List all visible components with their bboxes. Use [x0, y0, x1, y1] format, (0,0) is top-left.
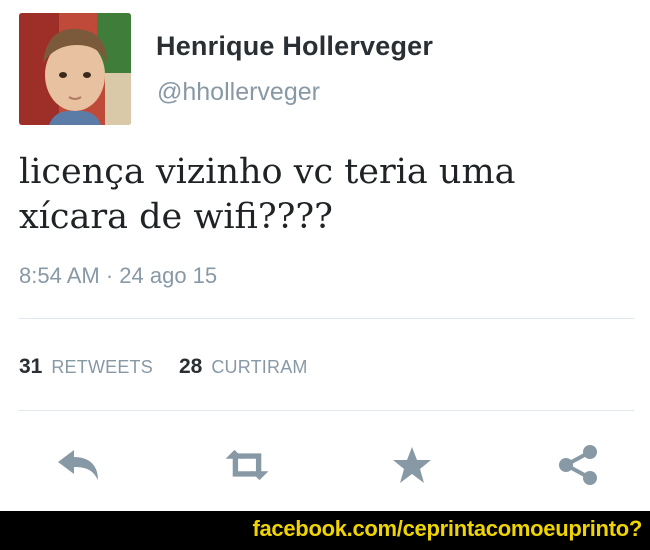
watermark-text: facebook.com/ceprintacomoeuprinto?: [252, 516, 642, 541]
favorite-button[interactable]: [387, 440, 437, 490]
likes-stat[interactable]: 28 CURTIRAM: [179, 355, 308, 379]
author-name[interactable]: Henrique Hollerveger: [156, 31, 433, 62]
retweets-label: RETWEETS: [51, 357, 153, 377]
likes-label: CURTIRAM: [211, 357, 308, 377]
divider: [19, 318, 634, 319]
retweet-icon: [225, 449, 269, 481]
retweets-stat[interactable]: 31 RETWEETS: [19, 355, 153, 379]
likes-count: 28: [178, 355, 203, 378]
tweet-text-line: xícara de wifi????: [19, 197, 333, 237]
favorite-star-icon: [393, 447, 431, 483]
tweet-stats: 31 RETWEETS 28 CURTIRAM: [19, 355, 308, 379]
watermark-footer: facebook.com/ceprintacomoeuprinto?: [0, 511, 650, 550]
share-icon: [559, 445, 597, 485]
avatar[interactable]: [19, 13, 131, 125]
tweet-timestamp[interactable]: 8:54 AM · 24 ago 15: [19, 263, 217, 289]
tweet-text-line: licença vizinho vc teria uma: [19, 152, 516, 192]
reply-icon: [58, 450, 98, 480]
retweet-button[interactable]: [222, 440, 272, 490]
share-button[interactable]: [553, 440, 603, 490]
retweets-count: 31: [19, 355, 43, 378]
divider: [19, 410, 634, 411]
reply-button[interactable]: [53, 440, 103, 490]
tweet-text: licença vizinho vc teria uma xícara de w…: [19, 150, 619, 240]
author-handle[interactable]: @hhollerveger: [157, 78, 320, 107]
avatar-photo: [19, 13, 131, 125]
